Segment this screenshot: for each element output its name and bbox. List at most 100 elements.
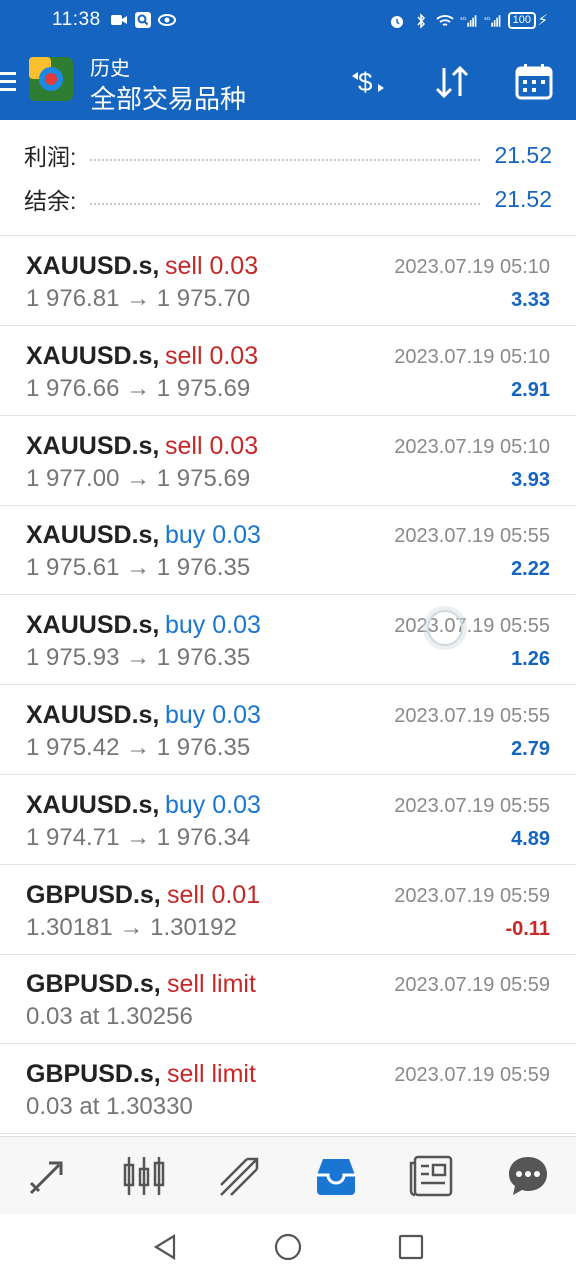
trade-time: 2023.07.19 05:55	[394, 525, 550, 548]
profit-label: 利润:	[24, 144, 77, 170]
trade-row[interactable]: XAUUSD.s, sell 0.03 1 976.81 → 1 975.70 202…	[0, 236, 576, 326]
dollar-arrows-icon: $	[352, 67, 384, 97]
trade-time: 2023.07.19 05:55	[394, 705, 550, 727]
trade-time: 2023.07.19 05:59	[394, 884, 550, 907]
trade-row[interactable]: GBPUSD.s, sell limit 0.03 at 1.30330 2023.0…	[0, 1044, 576, 1135]
balance-row: 结余: 21.52	[24, 179, 552, 219]
trade-direction: sell 0.03	[165, 252, 259, 280]
trade-row[interactable]: XAUUSD.s, sell 0.03 1 976.66 → 1 975.69 202…	[0, 326, 576, 416]
trade-row[interactable]: XAUUSD.s, buy 0.03 1 975.61 → 1 976.35 2023…	[0, 505, 576, 596]
trade-prices: 1 977.00 → 1 975.69	[26, 464, 251, 492]
trade-symbol: XAUUSD.s,	[26, 341, 160, 370]
status-time: 11:38	[52, 9, 101, 30]
trade-symbol: XAUUSD.s,	[26, 701, 160, 729]
chat-icon	[509, 1157, 547, 1195]
nav-history[interactable]	[306, 1146, 366, 1206]
svg-text:4G: 4G	[460, 16, 467, 22]
trade-profit: 3.33	[511, 289, 550, 311]
status-bar: 11:38 4G 4G 100 ⚡	[0, 0, 576, 42]
trade-symbol: XAUUSD.s,	[26, 611, 160, 640]
trade-row[interactable]: XAUUSD.s, buy 0.03 1 975.93 → 1 976.35 2023…	[0, 595, 576, 686]
status-right-icons: 4G 4G 100	[388, 12, 536, 29]
nav-quotes[interactable]	[18, 1146, 78, 1206]
trade-symbol: XAUUSD.s,	[26, 521, 160, 550]
home-icon[interactable]	[273, 1232, 303, 1262]
trade-prices: 1 976.81 → 1 975.70	[26, 285, 251, 312]
nav-trade[interactable]	[210, 1146, 270, 1206]
nav-news[interactable]	[402, 1146, 462, 1206]
trade-row[interactable]: XAUUSD.s, buy 0.03 1 974.71 → 1 976.34 2023…	[0, 775, 576, 865]
history-icon	[317, 1159, 355, 1195]
trade-prices: 1 975.61 → 1 976.35	[26, 554, 251, 582]
trade-profit: 2.79	[511, 738, 550, 760]
trade-direction: sell 0.03	[165, 341, 259, 370]
trade-symbol: GBPUSD.s,	[26, 970, 161, 999]
trade-prices: 0.03 at 1.30330	[26, 1093, 193, 1121]
recents-icon[interactable]	[396, 1232, 426, 1262]
trade-prices: 1 975.93 → 1 976.35	[26, 644, 251, 672]
trade-symbol: GBPUSD.s,	[26, 1060, 161, 1089]
trade-row[interactable]: XAUUSD.s, sell 0.03 1 977.00 → 1 975.69 202…	[0, 416, 576, 506]
app-bar: 历史 全部交易品种 $	[0, 42, 576, 120]
trade-row[interactable]: GBPUSD.s, sell 0.01 1.30181 → 1.30192 2023.…	[0, 865, 576, 955]
trade-symbol: XAUUSD.s,	[26, 431, 160, 460]
menu-icon[interactable]	[0, 72, 16, 96]
signal-icon: 4G	[460, 14, 477, 27]
nav-chart[interactable]	[114, 1146, 174, 1206]
trade-time: 2023.07.19 05:10	[394, 435, 550, 458]
sort-button[interactable]	[430, 60, 474, 104]
eye-icon	[158, 14, 176, 26]
trade-row[interactable]: XAUUSD.s, buy 0.03 1 975.42 → 1 976.35 2023…	[0, 685, 576, 775]
deposit-filter-button[interactable]: $	[346, 60, 390, 104]
back-icon[interactable]	[150, 1232, 180, 1262]
trade-time: 2023.07.19 05:10	[394, 256, 550, 278]
balance-label: 结余:	[24, 188, 77, 214]
system-navigation	[0, 1214, 576, 1280]
trade-direction: sell limit	[167, 970, 256, 999]
alarm-icon	[390, 15, 403, 28]
trade-prices: 1 975.42 → 1 976.35	[26, 734, 251, 761]
trade-symbol: XAUUSD.s,	[26, 252, 160, 280]
trade-time: 2023.07.19 05:10	[394, 345, 550, 368]
trade-profit: 3.93	[511, 468, 550, 491]
chart-icon	[123, 1157, 165, 1195]
trade-direction: sell 0.01	[167, 880, 261, 909]
trade-prices: 0.03 at 1.30256	[26, 1003, 193, 1031]
video-icon	[111, 15, 127, 25]
trade-time: 2023.07.19 05:55	[394, 615, 550, 638]
wifi-icon	[436, 14, 454, 26]
bottom-navigation	[0, 1136, 576, 1215]
touch-indicator	[427, 610, 463, 646]
page-subtitle: 历史	[90, 58, 130, 80]
trade-direction: buy 0.03	[165, 611, 261, 640]
app-logo	[29, 57, 73, 101]
trade-row[interactable]: GBPUSD.s, sell limit 0.03 at 1.30256 2023.0…	[0, 954, 576, 1045]
quotes-icon	[29, 1161, 63, 1195]
balance-value: 21.52	[494, 185, 552, 212]
status-left-icons	[110, 12, 176, 28]
trade-profit: -0.11	[505, 917, 550, 940]
profit-row: 利润: 21.52	[24, 135, 552, 175]
signal-icon-2: 4G	[484, 14, 501, 27]
summary-panel: 利润: 21.52 结余: 21.52	[0, 120, 576, 236]
trade-profit: 1.26	[511, 648, 550, 671]
trade-prices: 1.30181 → 1.30192	[26, 913, 237, 941]
trade-direction: buy 0.03	[165, 521, 261, 550]
trade-prices: 1 976.66 → 1 975.69	[26, 374, 251, 402]
calendar-button[interactable]	[512, 60, 556, 104]
battery-indicator: 100	[507, 12, 536, 29]
trade-time: 2023.07.19 05:59	[394, 1064, 550, 1087]
page-title[interactable]: 全部交易品种	[90, 79, 246, 116]
news-icon	[409, 1155, 453, 1197]
trade-direction: sell limit	[167, 1060, 256, 1089]
trade-symbol: GBPUSD.s,	[26, 880, 161, 909]
svg-text:$: $	[358, 67, 373, 97]
charging-icon: ⚡	[537, 12, 548, 29]
sort-icon	[435, 65, 469, 99]
svg-text:4G: 4G	[484, 16, 491, 22]
nav-chat[interactable]	[498, 1146, 558, 1206]
trade-direction: sell 0.03	[165, 431, 259, 460]
leader-dots	[90, 149, 481, 161]
trade-symbol: XAUUSD.s,	[26, 790, 160, 819]
trade-direction: buy 0.03	[165, 790, 261, 819]
